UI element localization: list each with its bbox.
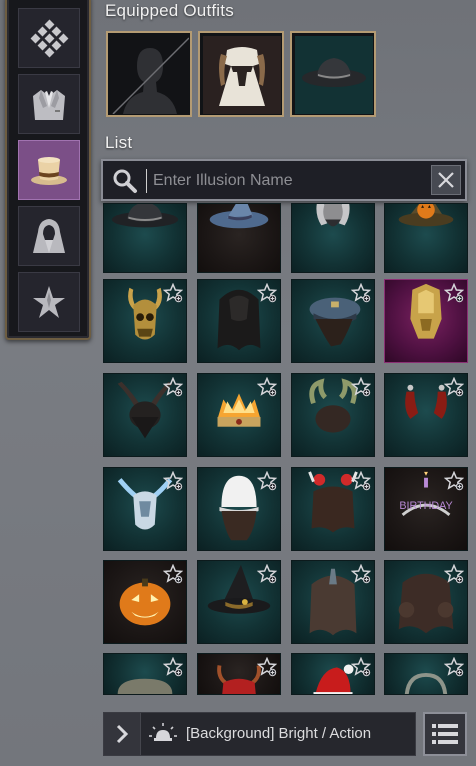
favorite-star-icon[interactable] <box>351 377 371 397</box>
category-hat-button[interactable] <box>18 140 80 200</box>
illusion-item[interactable] <box>103 560 187 644</box>
favorite-star-icon[interactable] <box>257 564 277 584</box>
illusion-item[interactable] <box>384 373 468 457</box>
illusion-item[interactable] <box>291 279 375 363</box>
illusion-item[interactable] <box>384 560 468 644</box>
illusion-item[interactable] <box>384 279 468 363</box>
category-rail <box>5 0 91 340</box>
search-input[interactable] <box>151 167 425 195</box>
hooded-cloak-icon <box>33 219 65 253</box>
horned-skull-headdress-icon <box>316 204 350 227</box>
favorite-star-icon[interactable] <box>444 657 464 677</box>
illusion-item[interactable] <box>291 560 375 644</box>
illusion-item[interactable] <box>197 467 281 551</box>
list-icon <box>432 724 458 744</box>
expand-button[interactable] <box>104 713 141 755</box>
favorite-star-icon[interactable] <box>163 283 183 303</box>
favorite-star-icon[interactable] <box>257 377 277 397</box>
favorite-star-icon[interactable] <box>351 564 371 584</box>
equipped-title: Equipped Outfits <box>105 1 234 20</box>
favorite-star-icon[interactable] <box>444 564 464 584</box>
favorite-star-icon[interactable] <box>163 657 183 677</box>
category-all-button[interactable] <box>18 8 80 68</box>
pumpkin-witch-hat-icon <box>398 204 454 227</box>
favorite-star-icon[interactable] <box>163 471 183 491</box>
equipped-slot-outfit[interactable] <box>198 31 284 117</box>
equipped-slot-hat[interactable] <box>290 31 376 117</box>
illusion-item[interactable] <box>197 653 281 695</box>
favorite-star-icon[interactable] <box>444 283 464 303</box>
illusion-item[interactable] <box>291 373 375 457</box>
list-title: List <box>105 133 133 152</box>
top-hat-icon <box>31 157 67 185</box>
favorite-star-icon[interactable] <box>351 657 371 677</box>
suit-jacket-icon <box>33 90 65 120</box>
illusion-item[interactable] <box>384 203 468 273</box>
favorite-star-icon[interactable] <box>351 283 371 303</box>
lightbulb-icon <box>149 723 177 741</box>
illusion-item[interactable] <box>291 203 375 273</box>
background-label: [Background] Bright / Action <box>186 725 372 742</box>
list-menu-button[interactable] <box>423 712 467 756</box>
illusion-list: BIRTHDAY <box>101 203 471 695</box>
illusion-item[interactable] <box>291 467 375 551</box>
favorite-star-icon[interactable] <box>257 657 277 677</box>
category-special-button[interactable] <box>18 272 80 332</box>
illusion-item[interactable] <box>197 560 281 644</box>
white-dress-outfit-icon <box>203 36 281 114</box>
black-wide-brim-hat-icon <box>295 36 373 114</box>
illusion-item[interactable] <box>103 467 187 551</box>
illusion-item[interactable] <box>291 653 375 695</box>
illusion-item[interactable] <box>103 373 187 457</box>
favorite-star-icon[interactable] <box>163 377 183 397</box>
favorite-star-icon[interactable] <box>257 283 277 303</box>
favorite-star-icon[interactable] <box>444 377 464 397</box>
mannequin-head-icon <box>111 36 189 114</box>
illusion-item[interactable] <box>197 203 281 273</box>
illusion-item[interactable] <box>197 373 281 457</box>
illusion-item[interactable] <box>197 279 281 363</box>
blue-witch-hat-icon <box>209 204 269 229</box>
background-selector[interactable]: [Background] Bright / Action <box>103 712 416 756</box>
category-cloak-button[interactable] <box>18 206 80 266</box>
illusion-item[interactable] <box>103 653 187 695</box>
illusion-item[interactable]: BIRTHDAY <box>384 467 468 551</box>
clear-search-button[interactable] <box>431 165 461 195</box>
text-caret <box>146 169 147 193</box>
birthday-text: BIRTHDAY <box>399 500 452 512</box>
search-icon <box>113 169 137 193</box>
diamond-pattern-icon <box>30 19 69 58</box>
category-outfit-button[interactable] <box>18 74 80 134</box>
equipped-slot-body[interactable] <box>106 31 192 117</box>
chevron-right-icon <box>116 724 129 744</box>
star-burst-icon <box>33 286 65 318</box>
favorite-star-icon[interactable] <box>163 564 183 584</box>
favorite-star-icon[interactable] <box>444 471 464 491</box>
search-bar <box>101 159 467 201</box>
illusion-item[interactable] <box>384 653 468 695</box>
close-icon <box>438 172 454 188</box>
black-wide-brim-hat-icon <box>111 204 179 228</box>
illusion-item[interactable] <box>103 279 187 363</box>
favorite-star-icon[interactable] <box>257 471 277 491</box>
favorite-star-icon[interactable] <box>351 471 371 491</box>
illusion-item[interactable] <box>103 203 187 273</box>
